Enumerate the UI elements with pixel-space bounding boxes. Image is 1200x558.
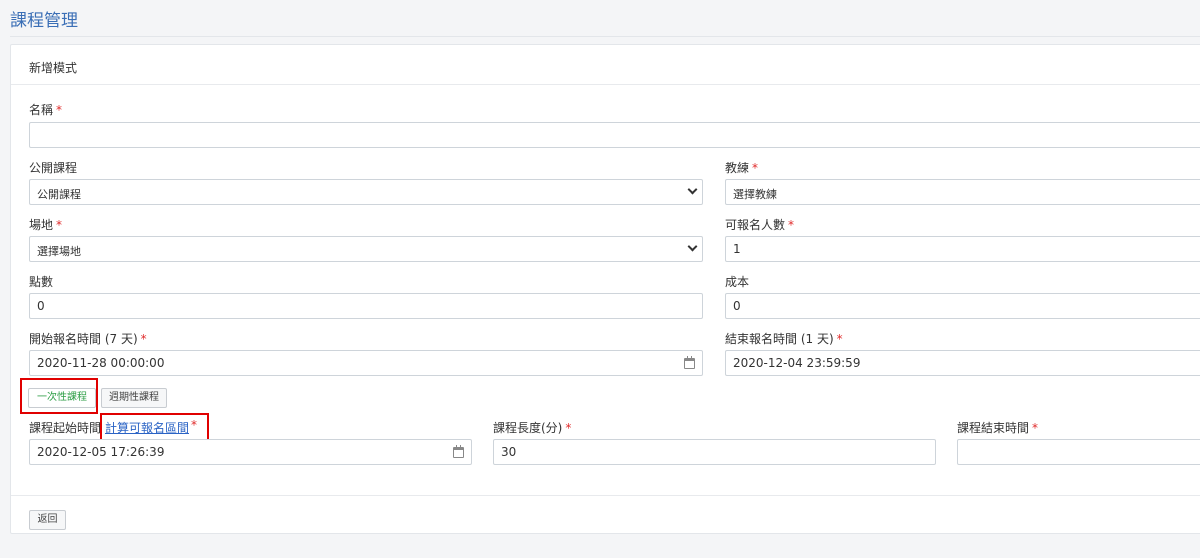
- capacity-label: 可報名人數 *: [725, 218, 795, 232]
- one-time-course-button[interactable]: 一次性課程: [28, 388, 96, 408]
- name-label: 名稱 *: [29, 103, 63, 117]
- course-start-datetime[interactable]: 2020-12-05 17:26:39: [29, 439, 472, 465]
- chevron-down-icon: [687, 184, 698, 195]
- venue-select[interactable]: 選擇場地: [29, 236, 703, 262]
- required-mark: *: [1032, 421, 1039, 435]
- reg-end-datetime[interactable]: 2020-12-04 23:59:59: [725, 350, 1200, 376]
- reg-start-datetime[interactable]: 2020-11-28 00:00:00: [29, 350, 703, 376]
- cost-input[interactable]: 0: [725, 293, 1200, 319]
- required-mark: *: [836, 332, 843, 346]
- points-input[interactable]: 0: [29, 293, 703, 319]
- duration-input[interactable]: 30: [493, 439, 936, 465]
- required-mark: *: [752, 161, 759, 175]
- card-header: 新增模式: [11, 45, 1200, 85]
- calendar-icon[interactable]: [453, 445, 464, 458]
- reg-end-label: 結束報名時間 (1 天) *: [725, 332, 843, 346]
- course-end-datetime[interactable]: [957, 439, 1200, 465]
- page-title: 課程管理: [10, 11, 78, 31]
- venue-label: 場地 *: [29, 218, 63, 232]
- duration-label: 課程長度(分) *: [493, 421, 572, 435]
- public-course-label: 公開課程: [29, 161, 78, 175]
- required-mark: *: [788, 218, 795, 232]
- chevron-down-icon: [687, 241, 698, 252]
- required-mark: *: [565, 421, 572, 435]
- required-mark: *: [140, 332, 147, 346]
- course-start-label: 課程起始時間: [29, 421, 102, 435]
- footer-divider: [11, 495, 1200, 496]
- title-divider: [10, 36, 1200, 37]
- coach-select[interactable]: 選擇教練: [725, 179, 1200, 205]
- calc-registration-range-link[interactable]: 計算可報名區間: [105, 419, 189, 436]
- name-input[interactable]: [29, 122, 1200, 148]
- required-mark: *: [56, 103, 63, 117]
- card-title: 新增模式: [29, 61, 78, 75]
- coach-label: 教練 *: [725, 161, 759, 175]
- course-start-required: *: [191, 418, 197, 432]
- calendar-icon[interactable]: [684, 356, 695, 369]
- back-button[interactable]: 返回: [29, 510, 66, 530]
- capacity-input[interactable]: 1: [725, 236, 1200, 262]
- points-label: 點數: [29, 275, 54, 289]
- form-card: 新增模式 名稱 * 公開課程 公開課程 教練 * 選擇教練 場地 * 選擇場地 可報名…: [10, 44, 1200, 534]
- reg-start-label: 開始報名時間 (7 天) *: [29, 332, 147, 346]
- public-course-select[interactable]: 公開課程: [29, 179, 703, 205]
- cost-label: 成本: [725, 275, 750, 289]
- course-end-label: 課程結束時間 *: [957, 421, 1039, 435]
- required-mark: *: [56, 218, 63, 232]
- periodic-course-button[interactable]: 週期性課程: [101, 388, 167, 408]
